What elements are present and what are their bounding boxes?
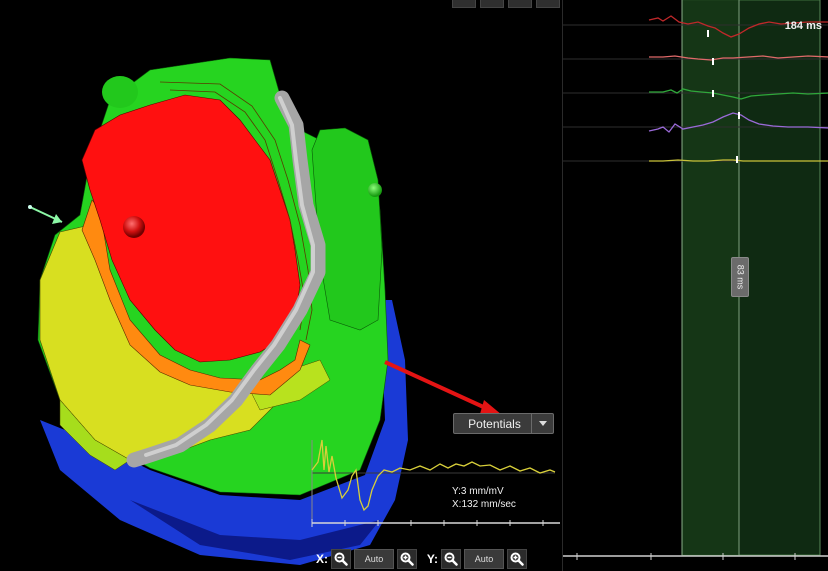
window-width-label[interactable]: 83 ms — [731, 257, 749, 297]
green-bulge — [102, 76, 138, 108]
duration-label: 184 ms — [784, 20, 822, 32]
window-width-text: 83 ms — [735, 264, 746, 290]
magnifier-minus-icon — [334, 552, 348, 566]
magnifier-plus-icon — [510, 552, 524, 566]
y-axis-label: Y: — [426, 552, 438, 566]
x-zoom-in-button[interactable] — [397, 549, 417, 569]
toolbar-stub-3[interactable] — [508, 0, 532, 8]
y-scale-text: Y:3 mm/mV — [452, 486, 504, 497]
green-marker[interactable] — [368, 183, 382, 197]
toolbar-stub-4[interactable] — [536, 0, 560, 8]
chevron-down-icon[interactable] — [531, 414, 553, 433]
x-scale-text: X:132 mm/sec — [452, 499, 516, 510]
y-auto-button[interactable]: Auto — [464, 549, 504, 569]
ecg-traces[interactable] — [563, 0, 828, 571]
map-type-label: Potentials — [468, 416, 521, 431]
red-marker[interactable] — [123, 216, 145, 238]
orientation-origin — [28, 205, 32, 209]
y-zoom-out-button[interactable] — [441, 549, 461, 569]
ecg-panel[interactable]: 184 ms 83 ms — [562, 0, 828, 571]
map-type-dropdown[interactable]: Potentials — [453, 413, 554, 434]
y-zoom-in-button[interactable] — [507, 549, 527, 569]
x-zoom-out-button[interactable] — [331, 549, 351, 569]
zoom-controls: X: Auto Y: Auto — [310, 548, 560, 570]
toolbar-stub-1[interactable] — [452, 0, 476, 8]
toolbar-stub-2[interactable] — [480, 0, 504, 8]
map-viewport[interactable]: Potentials Y:3 mm/mV X:132 mm/sec X: Aut… — [0, 0, 562, 571]
x-auto-button[interactable]: Auto — [354, 549, 394, 569]
x-axis-label: X: — [316, 552, 328, 566]
magnifier-plus-icon — [400, 552, 414, 566]
magnifier-minus-icon — [444, 552, 458, 566]
